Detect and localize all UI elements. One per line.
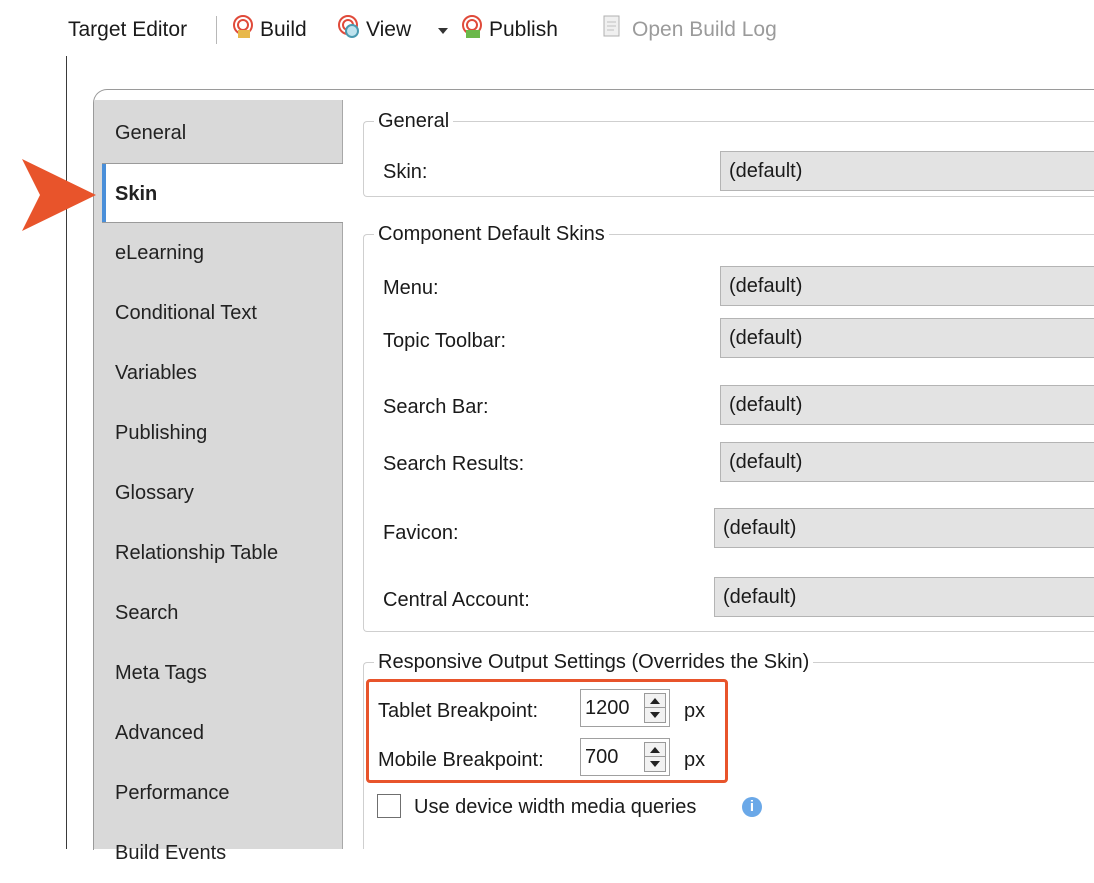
device-width-label[interactable]: Use device width media queries: [414, 794, 696, 820]
skin-label: Skin:: [383, 161, 428, 183]
tab-performance[interactable]: Performance: [94, 763, 342, 823]
build-icon: [233, 15, 253, 38]
tab-variables[interactable]: Variables: [94, 343, 342, 403]
favicon-select[interactable]: (default): [714, 508, 1094, 548]
tablet-spin-buttons[interactable]: [644, 693, 666, 723]
spin-divider: [645, 707, 665, 708]
search-bar-label: Search Bar:: [383, 396, 489, 418]
publish-icon: [462, 15, 482, 38]
tab-glossary[interactable]: Glossary: [94, 463, 342, 523]
mobile-breakpoint-value[interactable]: 700: [585, 739, 618, 775]
search-results-skin-select[interactable]: (default): [720, 442, 1094, 482]
search-results-label: Search Results:: [383, 453, 525, 475]
topic-toolbar-label: Topic Toolbar:: [383, 330, 507, 352]
publish-button[interactable]: Publish: [489, 15, 558, 45]
tablet-breakpoint-label: Tablet Breakpoint:: [378, 700, 539, 722]
central-account-select[interactable]: (default): [714, 577, 1094, 617]
build-log-icon: [603, 15, 620, 37]
search-bar-skin-select[interactable]: (default): [720, 385, 1094, 425]
skin-select[interactable]: (default): [720, 151, 1094, 191]
menu-skin-select[interactable]: (default): [720, 266, 1094, 306]
tab-general[interactable]: General: [94, 103, 342, 163]
tab-search[interactable]: Search: [94, 583, 342, 643]
spin-divider: [645, 756, 665, 757]
menu-label: Menu:: [383, 277, 439, 299]
favicon-label: Favicon:: [383, 522, 459, 544]
toolbar: Target Editor Build View Publish Open Bu…: [66, 0, 1094, 56]
spin-up-icon[interactable]: [650, 747, 660, 753]
mobile-breakpoint-spinner[interactable]: 700: [580, 738, 670, 776]
tablet-breakpoint-spinner[interactable]: 1200: [580, 689, 670, 727]
device-width-checkbox[interactable]: [377, 794, 401, 818]
spin-up-icon[interactable]: [650, 698, 660, 704]
build-button[interactable]: Build: [260, 15, 307, 45]
view-icon: [338, 15, 359, 38]
view-button[interactable]: View: [366, 15, 411, 45]
tab-conditional-text[interactable]: Conditional Text: [94, 283, 342, 343]
spin-down-icon[interactable]: [650, 712, 660, 718]
responsive-group-legend: Responsive Output Settings (Overrides th…: [374, 649, 814, 675]
general-group-legend: General: [374, 108, 454, 134]
spin-down-icon[interactable]: [650, 761, 660, 767]
component-group-legend: Component Default Skins: [374, 221, 609, 247]
tab-meta-tags[interactable]: Meta Tags: [94, 643, 342, 703]
editor-title: Target Editor: [68, 18, 188, 41]
tab-skin[interactable]: Skin: [102, 163, 343, 223]
tab-relationship-table[interactable]: Relationship Table: [94, 523, 342, 583]
mobile-unit-label: px: [684, 749, 706, 771]
tab-elearning[interactable]: eLearning: [94, 223, 342, 283]
view-dropdown-arrow-icon[interactable]: [438, 28, 448, 34]
mobile-spin-buttons[interactable]: [644, 742, 666, 772]
toolbar-separator: [216, 16, 217, 44]
callout-arrow-icon: [22, 159, 96, 231]
open-build-log-button[interactable]: Open Build Log: [632, 15, 777, 45]
tab-advanced[interactable]: Advanced: [94, 703, 342, 763]
tablet-unit-label: px: [684, 700, 706, 722]
mobile-breakpoint-label: Mobile Breakpoint:: [378, 749, 544, 771]
tab-publishing[interactable]: Publishing: [94, 403, 342, 463]
tablet-breakpoint-value[interactable]: 1200: [585, 690, 630, 726]
info-icon[interactable]: i: [742, 797, 762, 817]
central-account-label: Central Account:: [383, 589, 530, 611]
topic-toolbar-skin-select[interactable]: (default): [720, 318, 1094, 358]
tab-build-events[interactable]: Build Events: [94, 823, 342, 883]
